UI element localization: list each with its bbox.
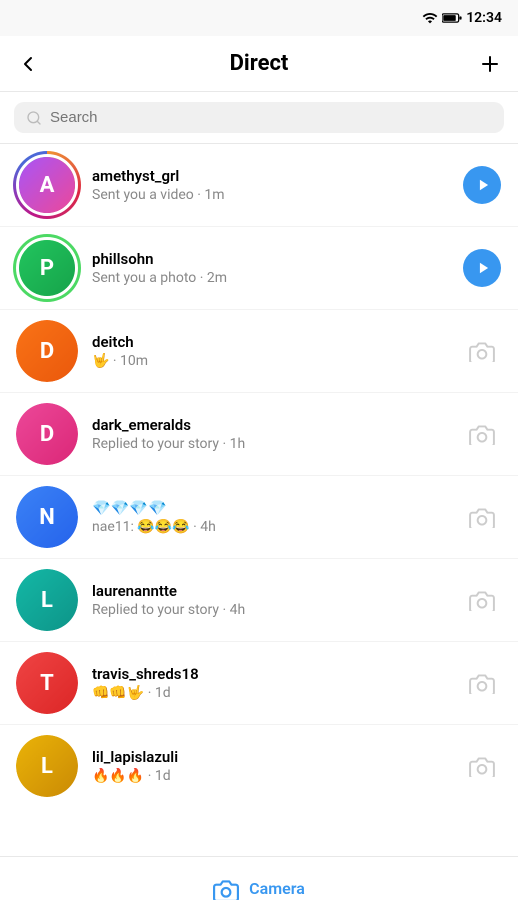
message-content: lil_lapislazuli 🔥🔥🔥 · 1d — [92, 748, 448, 784]
camera-button[interactable]: Camera — [0, 856, 518, 920]
avatar-image: D — [16, 320, 78, 382]
camera-action-icon[interactable] — [462, 414, 502, 454]
message-content: phillsohn Sent you a photo · 2m — [92, 250, 448, 286]
play-button[interactable] — [462, 165, 502, 205]
avatar: T — [16, 652, 78, 714]
add-conversation-button[interactable] — [478, 52, 502, 76]
camera-action-icon[interactable] — [462, 663, 502, 703]
avatar: D — [16, 320, 78, 382]
message-preview: Sent you a photo · 2m — [92, 270, 448, 286]
status-icons: 12:34 — [422, 10, 502, 26]
camera-action-icon[interactable] — [462, 497, 502, 537]
avatar: L — [16, 735, 78, 797]
back-button[interactable] — [16, 52, 40, 76]
page-title: Direct — [230, 51, 289, 76]
status-time: 12:34 — [466, 10, 502, 26]
list-item[interactable]: T travis_shreds18 👊👊🤟 · 1d — [0, 642, 518, 725]
search-bar — [0, 92, 518, 144]
list-item[interactable]: P phillsohn Sent you a photo · 2m — [0, 227, 518, 310]
list-item[interactable]: L lil_lapislazuli 🔥🔥🔥 · 1d — [0, 725, 518, 807]
avatar: D — [16, 403, 78, 465]
header: Direct — [0, 36, 518, 92]
message-content: deitch 🤟 · 10m — [92, 333, 448, 369]
list-item[interactable]: L laurenanntte Replied to your story · 4… — [0, 559, 518, 642]
camera-label: Camera — [249, 879, 305, 898]
message-preview: nae11: 😂😂😂 · 4h — [92, 519, 448, 535]
username: lil_lapislazuli — [92, 748, 448, 766]
message-preview: 🤟 · 10m — [92, 353, 448, 369]
message-content: 💎💎💎💎 nae11: 😂😂😂 · 4h — [92, 499, 448, 535]
camera-blue-icon — [213, 878, 239, 900]
message-content: dark_emeralds Replied to your story · 1h — [92, 416, 448, 452]
username: phillsohn — [92, 250, 448, 268]
avatar-image: L — [16, 569, 78, 631]
list-item[interactable]: D dark_emeralds Replied to your story · … — [0, 393, 518, 476]
play-button[interactable] — [462, 248, 502, 288]
username: deitch — [92, 333, 448, 351]
camera-action-icon[interactable] — [462, 746, 502, 786]
search-icon — [26, 110, 42, 126]
username: dark_emeralds — [92, 416, 448, 434]
avatar-image: P — [19, 240, 75, 296]
message-content: amethyst_grl Sent you a video · 1m — [92, 167, 448, 203]
list-item[interactable]: N 💎💎💎💎 nae11: 😂😂😂 · 4h — [0, 476, 518, 559]
avatar: N — [16, 486, 78, 548]
username: amethyst_grl — [92, 167, 448, 185]
message-preview: 👊👊🤟 · 1d — [92, 685, 448, 701]
battery-icon — [442, 11, 462, 25]
status-bar: 12:34 — [0, 0, 518, 36]
message-preview: Replied to your story · 4h — [92, 602, 448, 618]
message-content: travis_shreds18 👊👊🤟 · 1d — [92, 665, 448, 701]
list-item[interactable]: D deitch 🤟 · 10m — [0, 310, 518, 393]
list-item[interactable]: A amethyst_grl Sent you a video · 1m — [0, 144, 518, 227]
avatar: P — [16, 237, 78, 299]
camera-action-icon[interactable] — [462, 580, 502, 620]
username: travis_shreds18 — [92, 665, 448, 683]
avatar-image: A — [19, 157, 75, 213]
avatar-image: D — [16, 403, 78, 465]
message-preview: Sent you a video · 1m — [92, 187, 448, 203]
avatar: A — [16, 154, 78, 216]
username: 💎💎💎💎 — [92, 499, 448, 517]
signal-icon — [422, 10, 438, 26]
search-input-wrapper[interactable] — [14, 102, 504, 133]
avatar: L — [16, 569, 78, 631]
message-content: laurenanntte Replied to your story · 4h — [92, 582, 448, 618]
avatar-image: T — [16, 652, 78, 714]
message-list: A amethyst_grl Sent you a video · 1m — [0, 144, 518, 807]
message-preview: Replied to your story · 1h — [92, 436, 448, 452]
camera-action-icon[interactable] — [462, 331, 502, 371]
avatar-image: N — [16, 486, 78, 548]
message-preview: 🔥🔥🔥 · 1d — [92, 768, 448, 784]
search-input[interactable] — [50, 109, 492, 126]
username: laurenanntte — [92, 582, 448, 600]
avatar-image: L — [16, 735, 78, 797]
